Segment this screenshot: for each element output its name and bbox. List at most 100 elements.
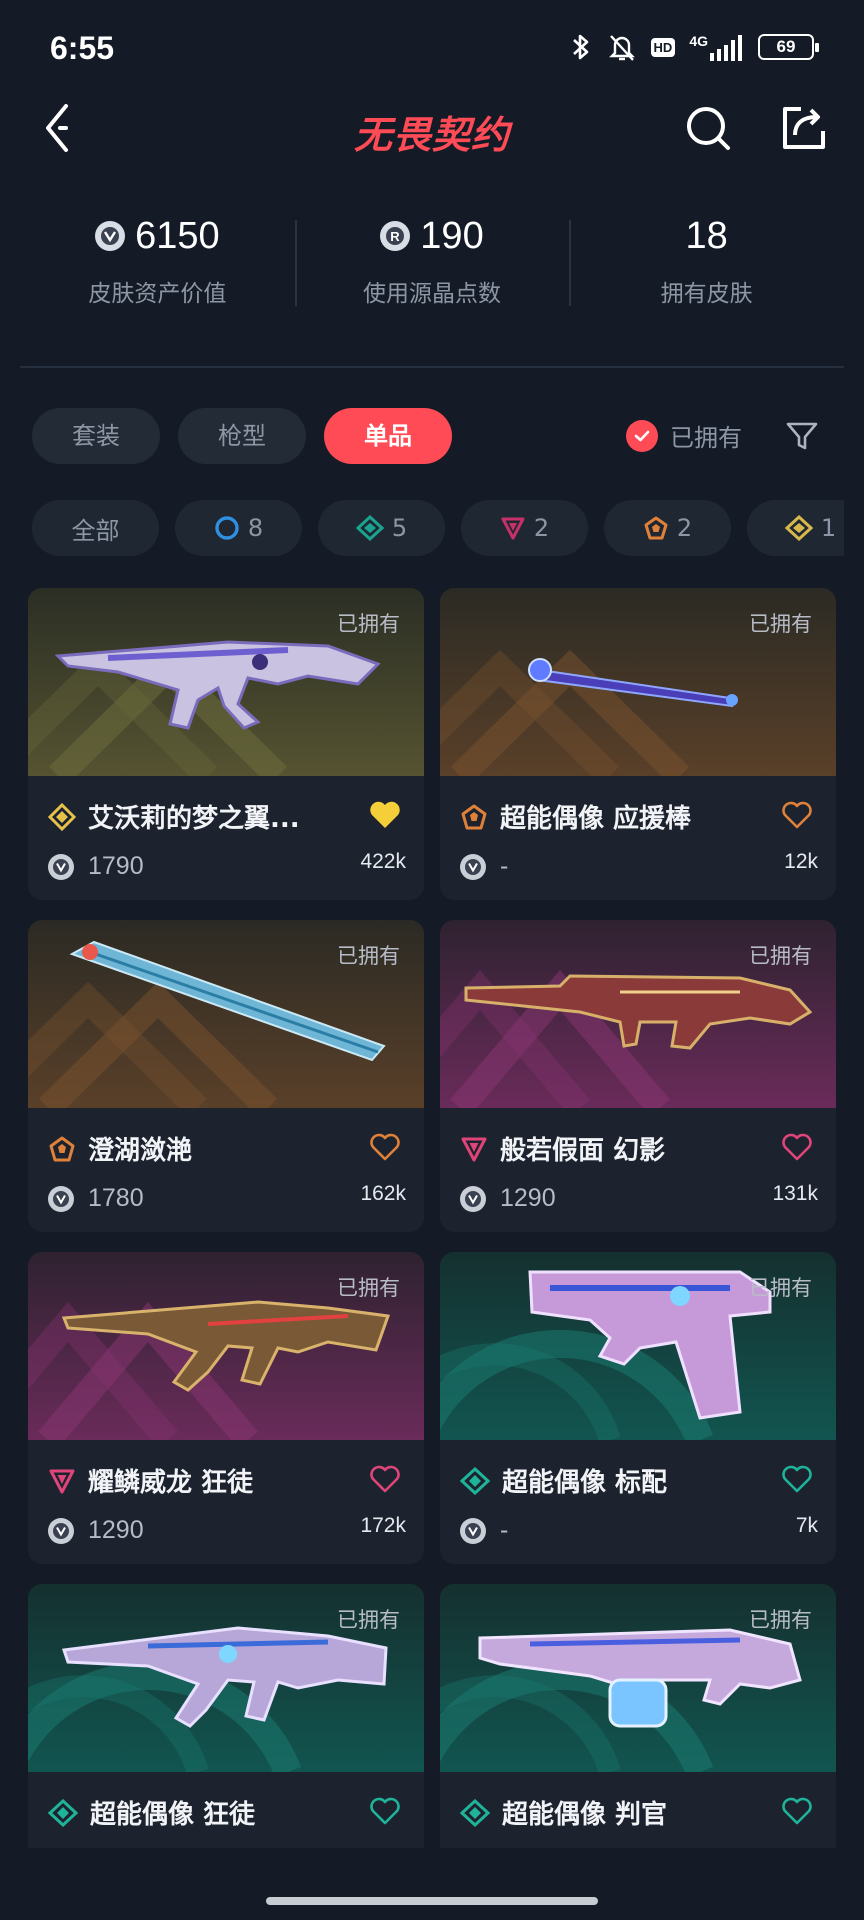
battery-indicator: 69 bbox=[758, 34, 819, 60]
share-button[interactable] bbox=[776, 100, 832, 156]
vp-coin-icon bbox=[48, 1517, 74, 1544]
outline-heart-icon[interactable] bbox=[368, 1132, 402, 1162]
chip-tier-exclusive[interactable]: 2 bbox=[604, 500, 731, 556]
skin-card[interactable]: 已拥有 超能偶像 狂徒 bbox=[28, 1584, 424, 1848]
skin-card[interactable]: 已拥有 超能偶像 应援棒 - 12k bbox=[440, 588, 836, 900]
vp-coin-icon bbox=[460, 1185, 486, 1212]
deluxe-tier-icon bbox=[460, 1798, 490, 1827]
skin-image: 已拥有 bbox=[28, 1252, 424, 1440]
skin-title: 超能偶像 应援棒 bbox=[500, 804, 692, 834]
skin-price: - bbox=[500, 1516, 509, 1544]
divider bbox=[20, 366, 844, 368]
chip-count: 2 bbox=[533, 514, 550, 542]
skin-card[interactable]: 已拥有 超能偶像 判官 bbox=[440, 1584, 836, 1848]
owned-tag: 已拥有 bbox=[749, 1608, 812, 1632]
deluxe-tier-icon bbox=[460, 1466, 490, 1495]
owned-tag: 已拥有 bbox=[749, 944, 812, 968]
skin-card[interactable]: 已拥有 澄湖潋滟 1780 162k bbox=[28, 920, 424, 1232]
skin-image: 已拥有 bbox=[28, 1584, 424, 1772]
chip-tier-premium[interactable]: 2 bbox=[461, 500, 588, 556]
status-bar: 6:55 HD 4G 69 bbox=[0, 0, 864, 100]
skin-card[interactable]: 已拥有 艾沃莉的梦之翼... 1790 422k bbox=[28, 588, 424, 900]
skin-image: 已拥有 bbox=[28, 588, 424, 776]
premium-tier-icon bbox=[461, 1137, 487, 1161]
chip-count: 2 bbox=[676, 514, 693, 542]
owned-tag: 已拥有 bbox=[337, 612, 400, 636]
skin-title: 艾沃莉的梦之翼... bbox=[88, 804, 300, 834]
tier-filter-chips: 全部 8 5 2 2 1 bbox=[32, 500, 844, 556]
signal-icon bbox=[710, 35, 742, 61]
filled-heart-icon[interactable] bbox=[368, 800, 402, 830]
skin-price: - bbox=[500, 852, 509, 880]
owned-filter-label: 已拥有 bbox=[670, 424, 742, 452]
stat-asset-value: 6150 皮肤资产价值 bbox=[20, 208, 295, 318]
radianite-coin-icon: R bbox=[380, 221, 411, 251]
outline-heart-icon[interactable] bbox=[368, 1796, 402, 1826]
deluxe-tier-icon bbox=[48, 1798, 78, 1827]
svg-text:R: R bbox=[391, 229, 401, 244]
tab-single-item[interactable]: 单品 bbox=[324, 408, 452, 464]
skin-price: 1780 bbox=[88, 1184, 144, 1212]
ultra-tier-icon bbox=[784, 515, 813, 541]
owned-filter-toggle[interactable]: 已拥有 bbox=[626, 418, 742, 453]
chip-all[interactable]: 全部 bbox=[32, 500, 159, 556]
tab-weapon-type[interactable]: 枪型 bbox=[178, 408, 306, 464]
deluxe-tier-icon bbox=[355, 515, 384, 541]
network-type: 4G bbox=[689, 33, 708, 49]
home-indicator[interactable] bbox=[266, 1897, 598, 1905]
owned-tag: 已拥有 bbox=[749, 1276, 812, 1300]
outline-heart-icon[interactable] bbox=[368, 1464, 402, 1494]
chip-tier-ultra[interactable]: 1 bbox=[747, 500, 844, 556]
skin-title: 超能偶像 标配 bbox=[502, 1468, 668, 1498]
outline-heart-icon[interactable] bbox=[780, 800, 814, 830]
skin-card[interactable]: 已拥有 耀鳞威龙 狂徒 1290 172k bbox=[28, 1252, 424, 1564]
skin-title: 耀鳞威龙 狂徒 bbox=[88, 1468, 254, 1498]
premium-tier-icon bbox=[501, 517, 525, 540]
skin-image: 已拥有 bbox=[440, 1252, 836, 1440]
filter-funnel-icon bbox=[786, 422, 818, 450]
share-icon bbox=[783, 107, 825, 149]
filter-button[interactable] bbox=[780, 416, 824, 456]
stat-label: 使用源晶点数 bbox=[363, 281, 501, 307]
stat-value: 6150 bbox=[135, 214, 220, 257]
chip-tier-select[interactable]: 8 bbox=[175, 500, 302, 556]
owned-tag: 已拥有 bbox=[337, 1276, 400, 1300]
tab-bundle[interactable]: 套装 bbox=[32, 408, 160, 464]
status-time: 6:55 bbox=[50, 30, 115, 66]
outline-heart-icon[interactable] bbox=[780, 1464, 814, 1494]
category-tabs: 套装 枪型 单品 bbox=[32, 408, 452, 464]
stat-value: 190 bbox=[420, 214, 484, 257]
owned-tag: 已拥有 bbox=[337, 944, 400, 968]
skin-price: 1290 bbox=[88, 1516, 144, 1544]
like-count: 7k bbox=[795, 1514, 818, 1537]
skin-image: 已拥有 bbox=[440, 920, 836, 1108]
ultra-tier-icon bbox=[48, 802, 76, 831]
outline-heart-icon[interactable] bbox=[780, 1132, 814, 1162]
search-button[interactable] bbox=[680, 100, 736, 156]
outline-heart-icon[interactable] bbox=[780, 1796, 814, 1826]
skin-card[interactable]: 已拥有 超能偶像 标配 - 7k bbox=[440, 1252, 836, 1564]
like-count: 162k bbox=[360, 1182, 406, 1205]
skin-title: 超能偶像 判官 bbox=[502, 1800, 668, 1830]
stat-value: 18 bbox=[685, 214, 728, 257]
stat-label: 皮肤资产价值 bbox=[88, 281, 227, 307]
exclusive-tier-icon bbox=[461, 804, 487, 829]
app-header: 无畏契约 bbox=[0, 92, 864, 164]
check-icon bbox=[626, 419, 658, 452]
chip-count: 8 bbox=[247, 514, 264, 542]
skin-image: 已拥有 bbox=[440, 1584, 836, 1772]
status-icons: HD 4G 69 bbox=[569, 32, 819, 62]
chip-tier-deluxe[interactable]: 5 bbox=[318, 500, 445, 556]
like-count: 12k bbox=[784, 850, 818, 873]
like-count: 422k bbox=[360, 850, 406, 873]
skin-card[interactable]: 已拥有 般若假面 幻影 1290 131k bbox=[440, 920, 836, 1232]
skin-title: 般若假面 幻影 bbox=[500, 1136, 666, 1166]
bluetooth-icon bbox=[572, 34, 588, 60]
stats-panel: 6150 皮肤资产价值 R 190 使用源晶点数 18 拥有皮肤 bbox=[20, 208, 844, 318]
skin-title: 澄湖潋滟 bbox=[88, 1136, 193, 1166]
search-icon bbox=[687, 107, 730, 150]
hd-badge: HD bbox=[650, 37, 676, 57]
skin-image: 已拥有 bbox=[28, 920, 424, 1108]
chip-label: 全部 bbox=[71, 516, 120, 545]
owned-tag: 已拥有 bbox=[749, 612, 812, 636]
